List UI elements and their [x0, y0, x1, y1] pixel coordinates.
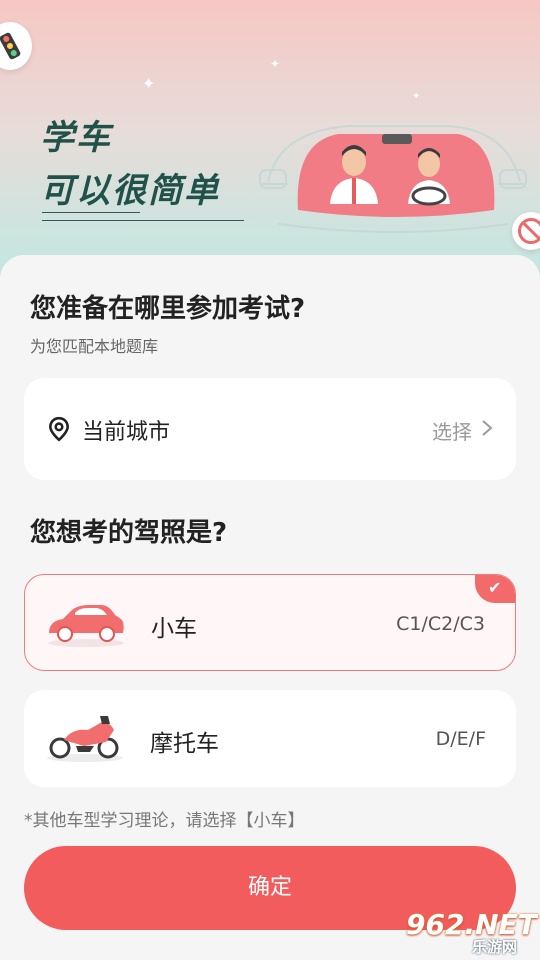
traffic-light-icon: [0, 22, 32, 70]
current-city-label: 当前城市: [82, 420, 171, 445]
slogan-underline: [42, 220, 244, 221]
car-option-codes: C1/C2/C3: [396, 613, 485, 635]
city-selector[interactable]: 当前城市 选择: [24, 378, 516, 480]
car-option-label: 小车: [151, 616, 197, 642]
other-license-note: *其他车型学习理论，请选择【小车】: [24, 811, 305, 831]
slogan-line-2: 可以很简单: [40, 171, 220, 211]
license-option-car[interactable]: 小车 C1/C2/C3 ✔: [24, 574, 516, 671]
location-subtitle: 为您匹配本地题库: [30, 337, 159, 356]
chevron-right-icon: [482, 420, 493, 436]
watermark-subtext: 乐游网: [472, 938, 518, 956]
motorcycle-option-codes: D/E/F: [435, 728, 486, 750]
sparkle-icon: ✦: [412, 91, 421, 102]
car-icon: [48, 605, 124, 647]
car-illustration: [259, 125, 527, 233]
sparkle-icon: ✦: [142, 74, 156, 93]
motorcycle-icon: [47, 716, 123, 762]
motorcycle-option-label: 摩托车: [150, 731, 219, 757]
license-question: 您想考的驾照是?: [30, 518, 228, 548]
watermark-logo: 962.NET 乐游网: [400, 908, 537, 956]
hero-slogan: 学车 可以很简单: [40, 110, 220, 212]
selected-check-icon: ✔: [475, 575, 515, 603]
location-pin-icon: [49, 416, 69, 442]
location-question: 您准备在哪里参加考试?: [30, 294, 306, 324]
hero-banner: ✦ ✦ ✦ 学车 可以很简单: [0, 0, 540, 290]
choose-city-link[interactable]: 选择: [432, 416, 472, 445]
slogan-underline: [42, 212, 140, 213]
slogan-line-1: 学车: [40, 118, 112, 158]
sparkle-icon: ✦: [270, 57, 281, 71]
license-option-motorcycle[interactable]: 摩托车 D/E/F: [24, 690, 516, 787]
